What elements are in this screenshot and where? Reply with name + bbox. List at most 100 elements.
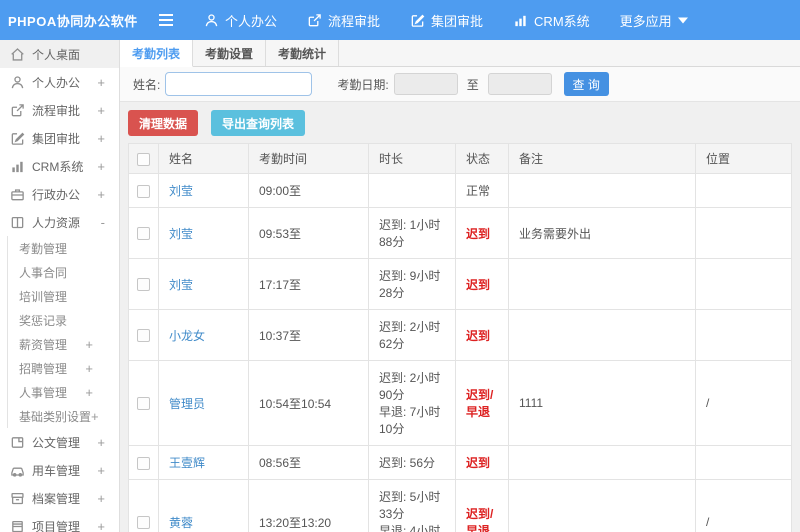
cell-location: / [695,360,792,446]
sidebar-subitem-label: 人事合同 [19,265,68,280]
tab-考勤列表[interactable]: 考勤列表 [120,40,194,67]
expand-icon: + [97,186,105,202]
cell-name: 管理员 [158,360,249,446]
date-to-input[interactable] [487,73,552,95]
sidebar-item-label: 集团审批 [32,131,81,146]
cell-attendance-time: 09:00至 [248,173,369,208]
cell-name: 刘莹 [158,258,249,310]
cell-duration: 迟到: 2小时90分 早退: 7小时10分 [368,360,456,446]
cell-location [695,207,792,259]
sidebar-subitem-奖惩记录[interactable]: 奖惩记录 [8,308,119,332]
sidebar-subitem-培训管理[interactable]: 培训管理 [8,284,119,308]
sidebar-item-行政办公[interactable]: 行政办公 + [0,180,119,208]
row-checkbox[interactable] [137,329,150,343]
row-checkbox[interactable] [137,397,150,411]
sidebar-item-档案管理[interactable]: 档案管理 + [0,484,119,512]
row-checkbox[interactable] [137,456,150,470]
sidebar-item-流程审批[interactable]: 流程审批 + [0,96,119,124]
nav-item-集团审批[interactable]: 集团审批 [410,11,483,30]
edit-icon [410,13,425,28]
nav-item-流程审批[interactable]: 流程审批 [307,11,380,30]
sidebar-item-label: 行政办公 [32,187,81,202]
sidebar-subitem-label: 招聘管理 [19,361,68,376]
nav-item-label: 流程审批 [328,13,381,29]
cell-duration [368,173,456,208]
row-checkbox[interactable] [137,516,150,530]
sidebar-subitem-人事管理[interactable]: 人事管理 + [8,380,119,404]
clean-data-button[interactable]: 清理数据 [128,110,199,136]
cell-name: 黄蓉 [158,479,249,532]
cell-note [508,309,696,361]
chart-icon [10,159,25,174]
cell-attendance-time: 13:20至13:20 [248,479,369,532]
cell-attendance-time: 10:37至 [248,309,369,361]
select-all-checkbox[interactable] [137,152,150,166]
sidebar-subitem-招聘管理[interactable]: 招聘管理 + [8,356,119,380]
sidebar-item-人力资源[interactable]: 人力资源 - [0,208,119,236]
sidebar-subitem-人事合同[interactable]: 人事合同 [8,260,119,284]
name-input[interactable] [165,72,313,96]
action-buttons: 清理数据 导出查询列表 [120,102,800,143]
cell-attendance-time: 17:17至 [248,258,369,310]
sidebar-subitem-考勤管理[interactable]: 考勤管理 [8,236,119,260]
sidebar: 个人桌面 个人办公 + 流程审批 + 集团审批 + CRM系统 + 行政办公 + 人力资源 - 考勤管理人… [0,40,120,532]
cell-location: / [695,479,792,532]
sidebar-item-label: 项目管理 [32,519,81,532]
employee-name-link[interactable]: 刘莹 [169,278,193,292]
chart-icon [513,13,528,28]
expand-icon: + [91,408,99,424]
cell-status: 正常 [455,173,509,208]
employee-name-link[interactable]: 刘莹 [169,227,193,241]
cell-status: 迟到 [455,309,509,361]
sidebar-item-集团审批[interactable]: 集团审批 + [0,124,119,152]
expand-icon: + [97,490,105,506]
employee-name-link[interactable]: 管理员 [169,397,205,411]
date-from-input[interactable] [393,73,458,95]
archive-icon [10,491,25,506]
sidebar-item-项目管理[interactable]: 项目管理 + [0,512,119,532]
export-list-button[interactable]: 导出查询列表 [211,110,306,136]
nav-item-CRM系统[interactable]: CRM系统 [513,11,590,30]
sidebar-item-个人桌面[interactable]: 个人桌面 [0,40,119,68]
sidebar-subitem-薪资管理[interactable]: 薪资管理 + [8,332,119,356]
briefcase-icon [10,187,25,202]
employee-name-link[interactable]: 王壹辉 [169,456,205,470]
sidebar-item-个人办公[interactable]: 个人办公 + [0,68,119,96]
column-header-时长: 时长 [368,143,456,174]
sidebar-subitem-基础类别设置[interactable]: 基础类别设置 + [8,404,119,428]
table-row: 管理员 10:54至10:54 迟到: 2小时90分 早退: 7小时10分 迟到/早退… [128,360,792,446]
tab-考勤设置[interactable]: 考勤设置 [193,40,267,66]
nav-item-更多应用[interactable]: 更多应用 [620,11,688,30]
cell-name: 小龙女 [158,309,249,361]
cell-note [508,479,696,532]
expand-icon: + [85,360,93,376]
main-content: 考勤列表 考勤设置 考勤统计 姓名: 考勤日期: 至 查 询 清理数据 导出查询列表 [120,40,800,532]
cell-note [508,258,696,310]
row-checkbox[interactable] [137,184,150,198]
cell-note [508,173,696,208]
attendance-table-wrap: 姓名 考勤时间 时长 状态 备注 位置 刘莹 09:00至 正常 刘莹 09:53至 迟到: 1小时… [120,143,800,532]
search-button[interactable]: 查 询 [563,72,609,96]
tab-考勤统计[interactable]: 考勤统计 [266,40,340,66]
employee-name-link[interactable]: 小龙女 [169,329,205,343]
sidebar-item-公文管理[interactable]: 公文管理 + [0,428,119,456]
edit-icon [10,131,25,146]
sidebar-item-CRM系统[interactable]: CRM系统 + [0,152,119,180]
expand-icon: + [97,102,105,118]
employee-name-link[interactable]: 黄蓉 [169,516,193,530]
to-label: 至 [466,77,479,92]
sidebar-subitem-label: 人事管理 [19,385,68,400]
employee-name-link[interactable]: 刘莹 [169,184,193,198]
hamburger-menu-icon[interactable] [158,13,186,27]
sidebar-item-label: 档案管理 [32,491,81,506]
sidebar-item-label: 流程审批 [32,103,81,118]
expand-icon: + [85,336,93,352]
nav-item-个人办公[interactable]: 个人办公 [204,11,277,30]
expand-icon: + [97,462,105,478]
sidebar-item-用车管理[interactable]: 用车管理 + [0,456,119,484]
user-icon [10,75,25,90]
cell-location [695,258,792,310]
sidebar-subitem-label: 基础类别设置 [19,409,92,424]
row-checkbox[interactable] [137,227,150,241]
row-checkbox[interactable] [137,278,150,292]
